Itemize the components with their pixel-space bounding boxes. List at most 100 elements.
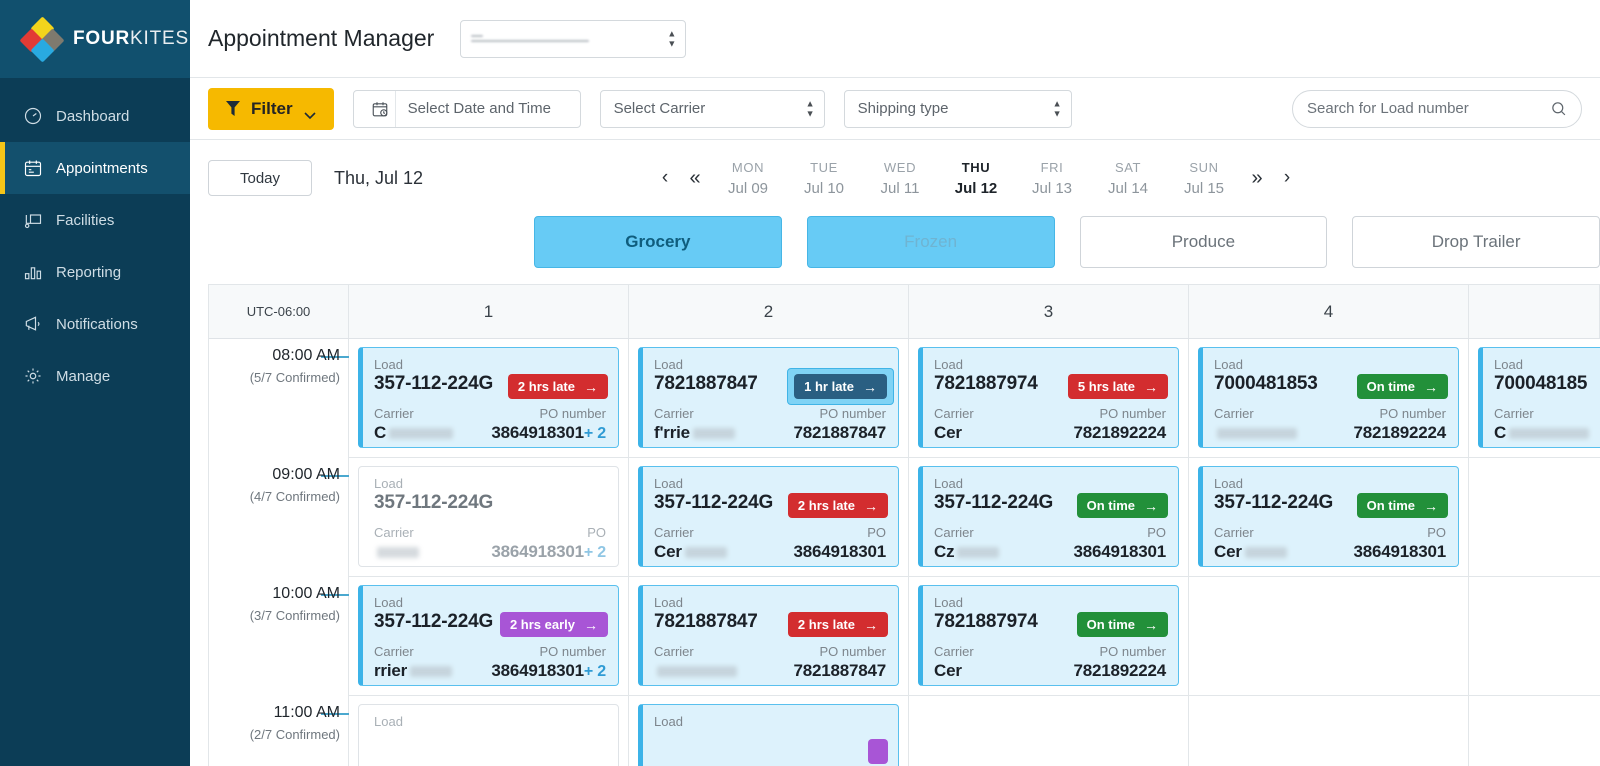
card-carrier-value: rrier [374,661,453,681]
grid-cell-empty[interactable] [1189,696,1468,766]
grid-cell-empty[interactable] [1469,696,1600,766]
sidebar-item-dashboard[interactable]: Dashboard [0,90,190,142]
prev-day-icon[interactable]: ‹ [650,167,680,189]
card-carrier-value: Cz [934,542,1000,562]
grid-cell-empty[interactable] [1469,458,1600,577]
card-carrier-label: Carrier [374,525,414,540]
sidebar-item-notifications[interactable]: Notifications [0,298,190,350]
appointment-card[interactable]: Load 7821887847 2 hrs late → Carrier PO n… [638,585,899,686]
card-load-label: Load [934,595,963,610]
card-po-number: 3864918301 [1073,542,1166,561]
next-day-icon[interactable]: › [1272,167,1302,189]
status-badge[interactable]: 1 hr late → [794,374,887,399]
dock-header-1[interactable]: 1 [349,285,629,338]
dock-header-5[interactable] [1469,285,1600,338]
search-input[interactable]: Search for Load number [1292,89,1582,128]
dock-header-2[interactable]: 2 [629,285,909,338]
sidebar-item-manage[interactable]: Manage [0,350,190,402]
day-sun[interactable]: SUN Jul 15 [1166,160,1242,197]
status-badge[interactable] [868,739,888,764]
card-po-extra: + 2 [583,544,606,561]
appointment-card[interactable]: Load 357-112-224G 2 hrs late → Carrier Cer… [638,466,899,567]
shipping-type-select[interactable]: Shipping type ▲ ▼ [843,89,1072,128]
card-po-value: 7821892224 [1353,423,1446,443]
arrow-right-icon: → [1424,497,1438,514]
card-po-label: PO number [539,644,606,659]
day-of-week: SUN [1189,159,1219,175]
day-sat[interactable]: SAT Jul 14 [1090,160,1166,197]
carrier-select[interactable]: Select Carrier ▲ ▼ [599,89,825,128]
stepper-arrows-icon[interactable]: ▲ ▼ [1053,99,1062,118]
card-po-number: 3864918301 [491,542,584,561]
card-carrier-label: Carrier [1214,525,1254,540]
appointment-card[interactable]: Load 357-112-224G On time → Carrier Cz PO 3… [918,466,1179,567]
grid-cell-empty[interactable] [1189,577,1468,696]
tab-produce[interactable]: Produce [1079,216,1328,268]
date-time-picker[interactable]: Select Date and Time [352,89,581,128]
time-axis-column: 08:00 AM (5/7 Confirmed) 09:00 AM (4/7 C… [209,339,349,766]
brand-logo[interactable]: FOURKITES [0,0,190,78]
arrow-right-icon: → [864,616,878,633]
day-mon[interactable]: MON Jul 09 [710,160,786,197]
card-load-label: Load [934,357,963,372]
grid-cell: Load 7821887974 On time → Carrier Cer PO n… [909,577,1188,696]
card-carrier-label: Carrier [374,644,414,659]
status-badge[interactable]: On time → [1356,374,1448,399]
sidebar-item-facilities[interactable]: Facilities [0,194,190,246]
card-carrier-value: Cer [934,661,962,680]
card-load-label: Load [1494,357,1523,372]
status-badge[interactable]: On time → [1076,612,1168,637]
appointment-card[interactable]: Load 357-112-224G 2 hrs late → Carrier C P… [358,347,619,448]
facility-select[interactable]: ▲ ▼ [460,19,687,58]
stepper-arrows-icon[interactable]: ▲ ▼ [806,99,815,118]
grid-cell-empty[interactable] [909,696,1188,766]
status-badge[interactable]: 5 hrs late → [1067,374,1168,399]
dock-header-3[interactable]: 3 [909,285,1189,338]
appointment-card[interactable]: Load 7000481853 On time → Carrier PO numb… [1198,347,1459,448]
today-button[interactable]: Today [208,160,312,196]
status-badge-label: 2 hrs late [517,379,575,394]
status-badge[interactable]: On time → [1076,493,1168,518]
grid-cell-empty[interactable] [1469,577,1600,696]
appointment-card[interactable]: Load [638,704,899,766]
sidebar-nav: Dashboard Appointments Facilities Report… [0,78,190,402]
appointment-card[interactable]: Load 7821887847 1 hr late → Carrier f'rrie… [638,347,899,448]
next-week-icon[interactable]: » [1242,167,1272,190]
tab-drop-trailer[interactable]: Drop Trailer [1352,216,1600,268]
page-title: Appointment Manager [208,25,435,51]
prev-week-icon[interactable]: « [680,167,710,190]
status-badge-label: 2 hrs late [797,617,855,632]
timezone-label: UTC-06:00 [209,285,349,338]
appointment-card-unconfirmed[interactable]: Load 357-112-224G Carrier PO 3864918301+ … [358,466,619,567]
day-wed[interactable]: WED Jul 11 [862,160,938,197]
appointment-card-unconfirmed[interactable]: Load [358,704,619,766]
time-label: 10:00 AM [272,585,340,602]
filter-button[interactable]: Filter [208,87,334,130]
sidebar-item-appointments[interactable]: Appointments [0,142,190,194]
appointment-card[interactable]: Load 7821887974 On time → Carrier Cer PO n… [918,585,1179,686]
status-badge-label: On time [1086,617,1135,632]
facility-select-value-blurred [471,35,611,42]
tab-grocery[interactable]: Grocery [534,216,782,268]
stepper-arrows-icon[interactable]: ▲ ▼ [667,29,676,48]
day-thu-selected[interactable]: THU Jul 12 [938,160,1014,197]
status-badge[interactable]: 2 hrs late → [787,612,888,637]
status-badge[interactable]: On time → [1356,493,1448,518]
card-po-label: PO [1147,525,1166,540]
appointment-card[interactable]: Load 357-112-224G On time → Carrier Cer PO… [1198,466,1459,567]
dock-header-4[interactable]: 4 [1189,285,1469,338]
facility-icon [22,210,43,231]
status-badge[interactable]: 2 hrs late → [787,493,888,518]
appointment-type-tabs: Grocery Frozen Produce Drop Trailer [190,216,1600,284]
appointment-card[interactable]: Load 700048185 Carrier C [1478,347,1600,448]
date-time-placeholder: Select Date and Time [407,100,551,117]
tab-frozen[interactable]: Frozen [806,216,1055,268]
sidebar-item-reporting[interactable]: Reporting [0,246,190,298]
appointment-card[interactable]: Load 357-112-224G 2 hrs early → Carrier rr… [358,585,619,686]
appointment-card[interactable]: Load 7821887974 5 hrs late → Carrier Cer P… [918,347,1179,448]
status-badge[interactable]: 2 hrs late → [507,374,608,399]
status-badge[interactable]: 2 hrs early → [499,612,608,637]
day-tue[interactable]: TUE Jul 10 [786,160,862,197]
day-fri[interactable]: FRI Jul 13 [1014,160,1090,197]
card-carrier-value: C [374,423,454,443]
